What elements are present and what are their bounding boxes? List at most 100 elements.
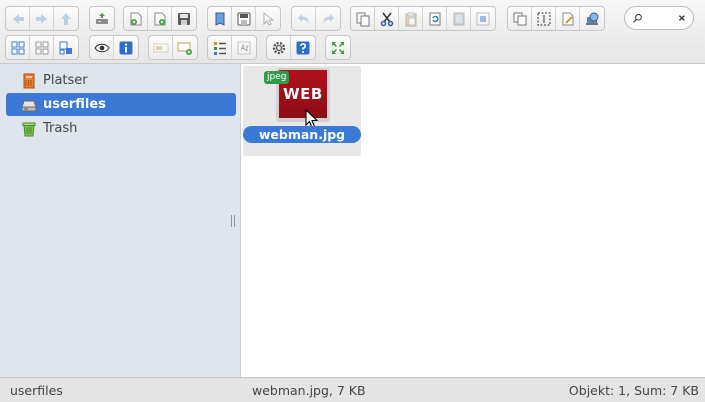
search-input[interactable]: [643, 11, 678, 25]
arrow-up-icon: [61, 12, 71, 25]
open-button[interactable]: [208, 7, 232, 30]
sidebar-item-trash[interactable]: Trash: [6, 117, 236, 140]
drive-reload-icon: [96, 12, 108, 24]
edit-button[interactable]: [556, 7, 580, 30]
resize-button[interactable]: [173, 36, 197, 59]
edit-icon: [562, 12, 573, 25]
sidebar-item-label: Trash: [43, 121, 78, 136]
view-small-icons-button[interactable]: [30, 36, 54, 59]
file-name-label: webman.jpg: [243, 126, 361, 143]
file-type-badge: jpeg: [264, 71, 290, 84]
settings-group: [266, 35, 316, 60]
status-bar: userfiles webman.jpg, 7 KB Objekt: 1, Su…: [0, 377, 705, 402]
arrow-left-icon: [12, 13, 24, 24]
resize-icon: [177, 42, 192, 55]
forward-button[interactable]: [30, 7, 54, 30]
sidebar: Platser userfiles Trash: [0, 64, 241, 377]
open-group: [207, 6, 281, 31]
download-icon: [237, 12, 250, 25]
new-folder-button[interactable]: [124, 7, 148, 30]
preview-button[interactable]: [90, 36, 114, 59]
reload-button[interactable]: [90, 7, 114, 30]
cut-button[interactable]: [375, 7, 399, 30]
view-icons-button[interactable]: [6, 36, 30, 59]
file-area[interactable]: WEB jpeg webman.jpg: [241, 64, 705, 377]
sort-group: [207, 35, 257, 60]
sidebar-item-label: Platser: [43, 73, 88, 88]
view-small-icons-icon: [35, 41, 48, 54]
rename-icon: [153, 43, 168, 52]
select-all-icon: [513, 12, 526, 25]
selection-group: [507, 6, 605, 31]
rename-button[interactable]: [149, 36, 173, 59]
delete-icon: [453, 12, 464, 25]
copy-icon: [356, 12, 369, 26]
undo-group: [291, 6, 341, 31]
network-button[interactable]: [580, 7, 604, 30]
copy-button[interactable]: [351, 7, 375, 30]
select-button[interactable]: [256, 7, 280, 30]
clipboard-group: [350, 6, 496, 31]
save-icon: [178, 12, 190, 25]
sort-icon: [213, 41, 226, 55]
view-group: [5, 35, 79, 60]
paste-icon: [405, 12, 416, 26]
network-icon: [586, 12, 599, 25]
status-selection: webman.jpg, 7 KB: [252, 383, 366, 398]
toolbar: [0, 0, 705, 64]
trash-icon: [22, 122, 36, 136]
fullscreen-group: [325, 35, 351, 60]
rename-group: [148, 35, 198, 60]
extract-icon: [237, 41, 251, 54]
status-path: userfiles: [10, 383, 63, 398]
view-list-button[interactable]: [54, 36, 78, 59]
close-icon[interactable]: [677, 12, 687, 24]
up-button[interactable]: [54, 7, 78, 30]
delete-button[interactable]: [447, 7, 471, 30]
new-folder-icon: [130, 12, 141, 25]
info-icon: [119, 41, 133, 54]
empty-button[interactable]: [471, 7, 495, 30]
paste-button[interactable]: [399, 7, 423, 30]
info-group: [89, 35, 139, 60]
info-button[interactable]: [114, 36, 138, 59]
places-icon: [23, 73, 35, 88]
file-item[interactable]: WEB jpeg webman.jpg: [243, 66, 361, 156]
history-group: [5, 6, 79, 31]
settings-button[interactable]: [267, 36, 291, 59]
save-button[interactable]: [172, 7, 196, 30]
help-button[interactable]: [291, 36, 315, 59]
redo-icon: [323, 13, 334, 24]
select-all-button[interactable]: [508, 7, 532, 30]
status-summary: Objekt: 1, Sum: 7 KB: [568, 383, 699, 398]
sort-button[interactable]: [208, 36, 232, 59]
help-icon: [296, 41, 310, 54]
empty-icon: [476, 12, 490, 25]
sidebar-item-userfiles[interactable]: userfiles: [6, 93, 236, 116]
view-list-icon: [59, 41, 72, 54]
sidebar-resize-handle[interactable]: [231, 215, 235, 227]
open-icon: [215, 12, 224, 26]
new-file-button[interactable]: [148, 7, 172, 30]
cut-icon: [380, 12, 393, 26]
select-none-button[interactable]: [532, 7, 556, 30]
new-file-icon: [154, 12, 165, 25]
create-group: [123, 6, 197, 31]
extract-button[interactable]: [232, 36, 256, 59]
fullscreen-button[interactable]: [326, 36, 350, 59]
search-icon: [633, 13, 642, 23]
download-button[interactable]: [232, 7, 256, 30]
back-button[interactable]: [6, 7, 30, 30]
eye-icon: [93, 43, 110, 52]
sidebar-item-places[interactable]: Platser: [6, 69, 236, 92]
duplicate-button[interactable]: [423, 7, 447, 30]
gear-icon: [272, 41, 285, 54]
arrow-right-icon: [35, 13, 47, 24]
fullscreen-icon: [332, 41, 344, 54]
redo-button[interactable]: [316, 7, 340, 30]
undo-button[interactable]: [292, 7, 316, 30]
duplicate-icon: [429, 12, 440, 25]
undo-icon: [297, 13, 309, 24]
reload-group: [89, 6, 115, 31]
search-box[interactable]: [624, 6, 694, 30]
